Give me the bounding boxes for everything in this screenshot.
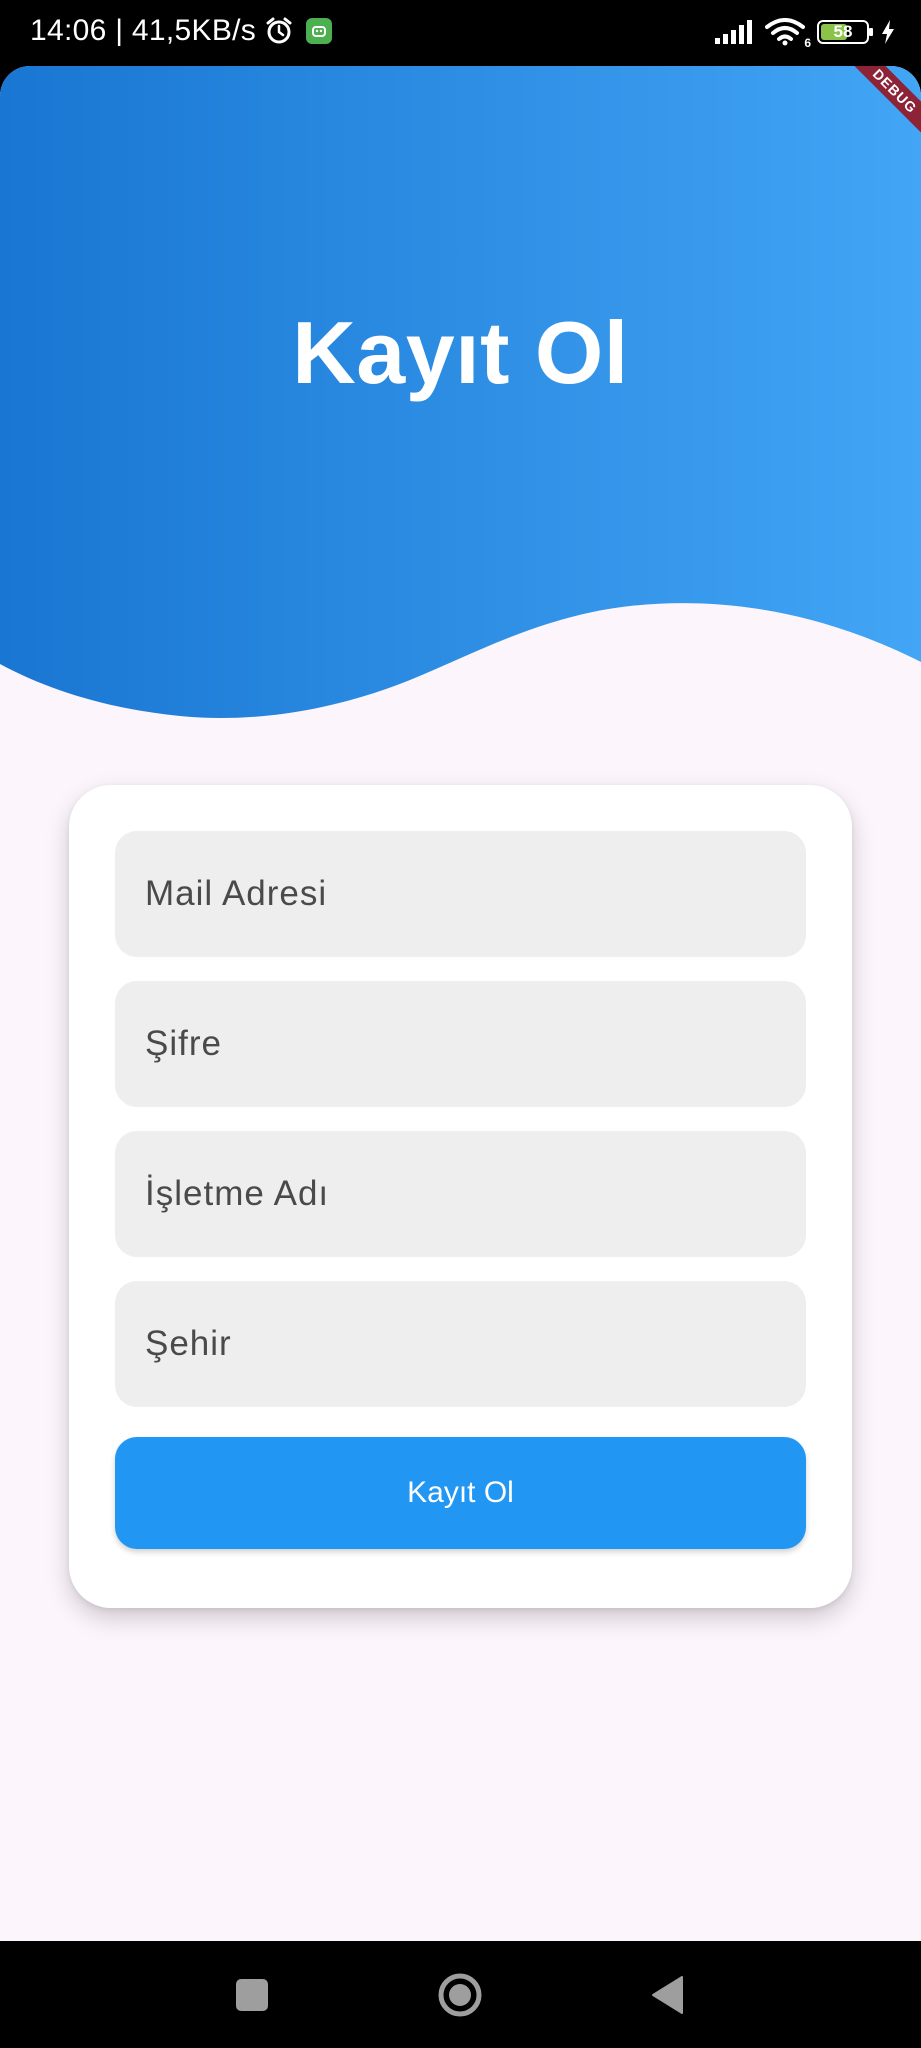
- business-name-field[interactable]: [115, 1131, 806, 1257]
- register-form-card: Kayıt Ol: [69, 785, 852, 1608]
- wifi-icon: 6: [765, 18, 811, 50]
- status-time-speed: 14:06 | 41,5KB/s: [30, 14, 257, 47]
- back-icon: [652, 1975, 683, 2014]
- register-button[interactable]: Kayıt Ol: [115, 1437, 806, 1549]
- system-nav-bar: [0, 1941, 921, 2048]
- status-bar: 14:06 | 41,5KB/s 6 58: [0, 0, 921, 66]
- signal-icon: [715, 20, 752, 44]
- city-input[interactable]: [143, 1323, 806, 1365]
- email-input[interactable]: [143, 873, 806, 915]
- network-type-label: 6: [804, 36, 811, 50]
- recents-icon: [236, 1978, 268, 2011]
- status-right: 6 58: [715, 18, 895, 50]
- password-input[interactable]: [143, 1023, 806, 1065]
- status-left: 14:06 | 41,5KB/s: [30, 14, 333, 48]
- email-field[interactable]: [115, 831, 806, 957]
- alarm-icon: [266, 17, 292, 44]
- page-title: Kayıt Ol: [292, 303, 629, 402]
- back-button[interactable]: [617, 1941, 717, 2048]
- battery-icon: 58: [817, 20, 873, 44]
- password-field[interactable]: [115, 981, 806, 1107]
- recents-button[interactable]: [202, 1941, 302, 2048]
- home-button[interactable]: [410, 1941, 510, 2048]
- register-button-label: Kayıt Ol: [407, 1476, 514, 1509]
- app-screen: Kayıt Ol DEBUG Kayıt Ol: [0, 66, 921, 1941]
- charging-icon: [882, 20, 894, 44]
- battery-level: 58: [833, 22, 853, 41]
- home-icon: [438, 1973, 482, 2016]
- android-app-icon: [306, 18, 333, 44]
- city-field[interactable]: [115, 1281, 806, 1407]
- business-name-input[interactable]: [143, 1173, 806, 1215]
